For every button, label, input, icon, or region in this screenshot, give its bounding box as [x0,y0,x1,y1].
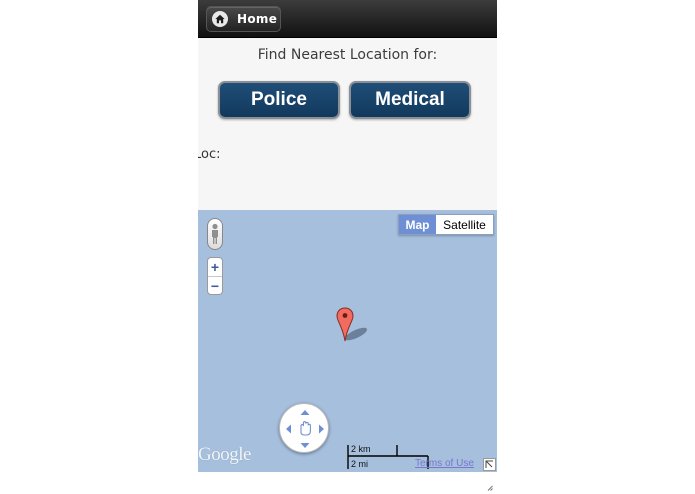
scale-mi-label: 2 mi [351,459,369,469]
home-button[interactable]: Home [206,6,281,32]
expand-map-icon[interactable] [483,458,496,471]
find-location-prompt: Find Nearest Location for: [257,47,438,63]
pan-control[interactable] [279,403,329,453]
zoom-in-button[interactable]: + [208,258,222,276]
scale-km-label: 2 km [351,444,371,454]
zoom-out-button[interactable]: − [208,276,222,294]
police-button[interactable]: Police [218,81,340,119]
header-bar: Home [198,0,497,38]
map-type-map-button[interactable]: Map [399,215,436,234]
map-type-control: Map Satellite [398,214,494,235]
home-icon [212,11,228,27]
terms-of-use-link[interactable]: Terms of Use [415,458,474,469]
resize-grip-icon[interactable] [487,485,493,491]
content-area: Find Nearest Location for: Police Medica… [198,38,497,210]
map-type-satellite-button[interactable]: Satellite [436,215,493,234]
map-view[interactable]: + − Map Satellite Google 2 km 2 mi Terms… [198,210,497,472]
medical-button[interactable]: Medical [349,81,471,119]
google-logo: Google [198,444,251,465]
location-label: Loc: [198,147,221,162]
pegman-icon[interactable] [207,218,223,250]
home-button-label: Home [237,12,278,26]
map-marker-icon[interactable] [336,307,370,343]
pan-arrows-icon [286,410,324,448]
app-frame: Home Find Nearest Location for: Police M… [198,0,497,494]
zoom-control: + − [207,257,223,295]
